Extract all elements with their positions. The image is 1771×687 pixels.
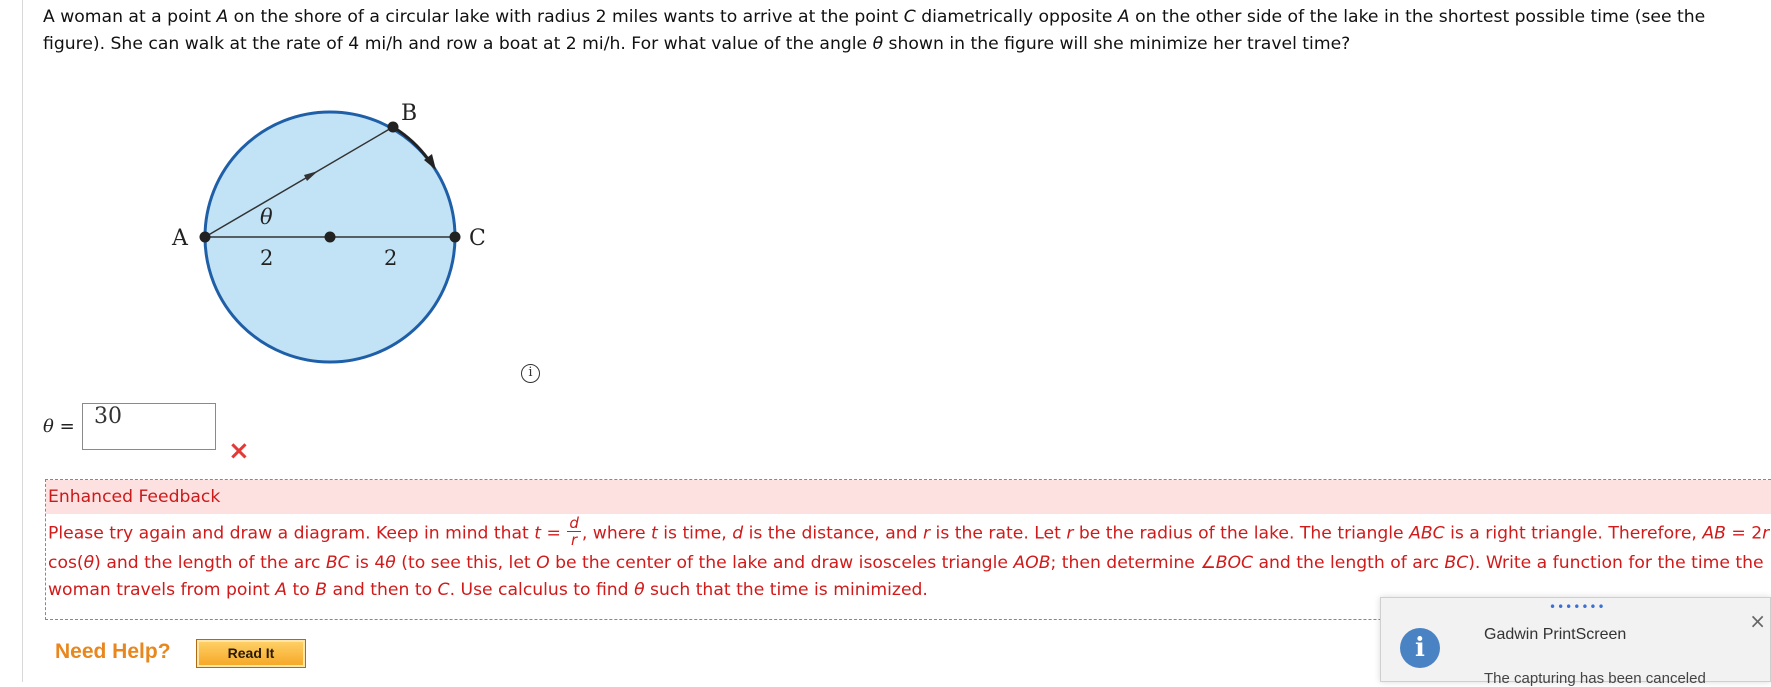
feedback-header: Enhanced Feedback — [46, 480, 1771, 514]
page-left-border — [22, 0, 23, 682]
incorrect-x-icon: × — [228, 436, 250, 466]
toast-close-icon[interactable]: × — [1749, 611, 1766, 631]
label-b: B — [401, 101, 417, 126]
toast-drag-handle[interactable]: ••••••• — [1549, 600, 1606, 614]
feedback-text: Please try again and draw a diagram. Kee… — [48, 514, 1770, 600]
point-c — [449, 231, 461, 243]
info-circle-icon: i — [1400, 628, 1440, 668]
lake-figure: A B C θ 2 2 — [171, 101, 486, 364]
center-point-o — [324, 231, 336, 243]
answer-label: θ = — [43, 416, 75, 437]
d-over-r-fraction: dr — [567, 514, 581, 549]
gadwin-notification-toast[interactable]: ••••••• × i Gadwin PrintScreen The captu… — [1380, 597, 1771, 687]
question-text: A woman at a point A on the shore of a c… — [43, 7, 1706, 54]
toast-message: The capturing has been canceled — [1484, 670, 1706, 687]
info-icon[interactable]: i — [521, 364, 540, 383]
label-radius-left: 2 — [260, 246, 273, 270]
need-help-label: Need Help? — [55, 640, 171, 663]
label-a: A — [171, 226, 189, 251]
point-b — [387, 121, 399, 133]
label-theta: θ — [260, 205, 273, 229]
label-radius-right: 2 — [384, 246, 397, 270]
label-c: C — [469, 226, 486, 251]
read-it-button[interactable]: Read It — [196, 639, 306, 668]
toast-title: Gadwin PrintScreen — [1484, 626, 1627, 643]
theta-answer-input[interactable]: 30 — [82, 403, 216, 450]
point-a — [199, 231, 211, 243]
